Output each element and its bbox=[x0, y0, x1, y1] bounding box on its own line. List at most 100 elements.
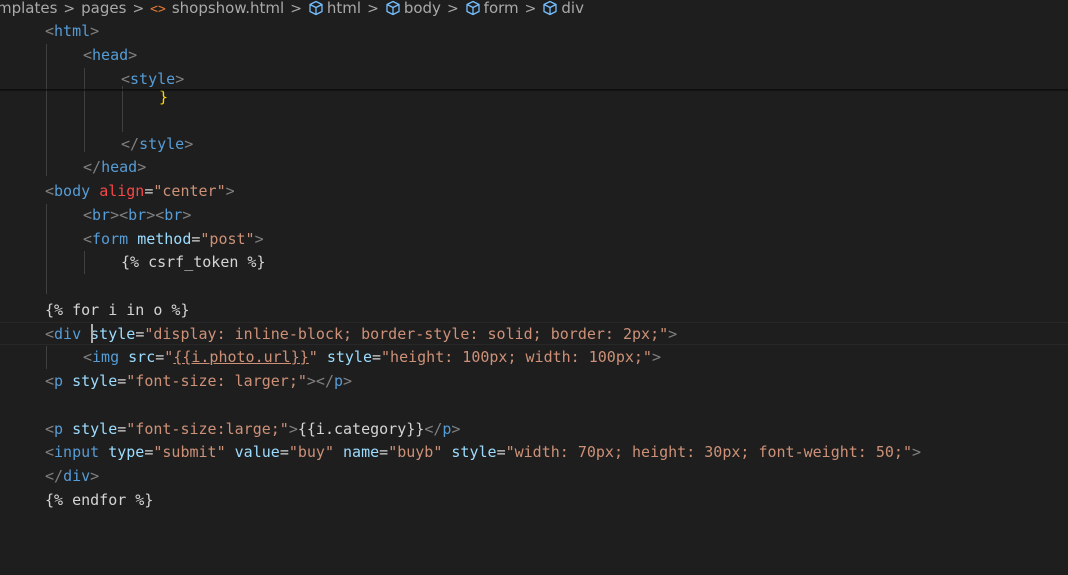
code-token: {% csrf_token %} bbox=[121, 253, 266, 271]
code-token: "display: inline-block; border-style: so… bbox=[144, 325, 669, 343]
code-line[interactable]: 3<body align="center"> bbox=[0, 180, 1068, 203]
breadcrumb-separator: > bbox=[63, 1, 76, 16]
code-text: <p style="font-size:large;">{{i.category… bbox=[45, 418, 460, 441]
code-token: > bbox=[651, 348, 661, 366]
code-token: "buyb" bbox=[388, 443, 443, 461]
code-line[interactable]: 27 bbox=[0, 512, 1068, 535]
cube-icon bbox=[542, 0, 558, 16]
code-line[interactable]: 8{% for i in o %} bbox=[0, 299, 1068, 322]
code-text: <body align="center"> bbox=[45, 180, 235, 203]
code-token: "font-size: larger;" bbox=[126, 372, 307, 390]
code-token: >< bbox=[110, 206, 129, 224]
code-text: <html> bbox=[45, 20, 99, 43]
indent-guide bbox=[46, 204, 47, 294]
breadcrumb-item-body[interactable]: body bbox=[385, 0, 441, 16]
code-token: body bbox=[54, 182, 91, 200]
code-line[interactable]: 2</head> bbox=[0, 156, 1068, 179]
breadcrumb-item-div[interactable]: div bbox=[542, 0, 584, 16]
code-line[interactable]: 29 bbox=[0, 560, 1068, 575]
code-token: </ bbox=[83, 158, 102, 176]
code-token: "font-size:large;" bbox=[126, 420, 289, 438]
indent-guide bbox=[84, 251, 85, 274]
code-token: < bbox=[45, 443, 55, 461]
code-token: head bbox=[92, 46, 129, 64]
code-text: <img src="{{i.photo.url}}" style="height… bbox=[83, 346, 661, 369]
code-line[interactable]: 3<head> bbox=[0, 44, 1068, 67]
code-text: <head> bbox=[83, 44, 137, 67]
code-token: = bbox=[117, 372, 127, 390]
code-line[interactable]: 23<p style="font-size:large;">{{i.catego… bbox=[0, 418, 1068, 441]
code-line[interactable]: 25</div> bbox=[0, 465, 1068, 488]
code-line[interactable]: 24<input type="submit" value="buy" name=… bbox=[0, 441, 1068, 464]
code-token: style bbox=[72, 420, 118, 438]
code-token: div bbox=[63, 467, 91, 485]
code-token: > bbox=[184, 135, 194, 153]
breadcrumb-item-pages[interactable]: pages bbox=[81, 0, 126, 16]
breadcrumb-item-mplates[interactable]: mplates bbox=[0, 0, 57, 16]
code-token: type bbox=[108, 443, 145, 461]
code-token: = bbox=[496, 443, 506, 461]
code-line[interactable]: 6{% csrf_token %} bbox=[0, 251, 1068, 274]
code-token: br bbox=[92, 206, 111, 224]
sticky-scroll-shadow bbox=[0, 89, 1068, 92]
indent-guide bbox=[84, 68, 85, 152]
code-token: style bbox=[326, 348, 372, 366]
breadcrumb-separator: > bbox=[446, 1, 459, 16]
code-token: html bbox=[54, 22, 91, 40]
code-line[interactable]: 7 bbox=[0, 275, 1068, 298]
code-token: > bbox=[343, 372, 353, 390]
code-line[interactable]: 9<div style="display: inline-block; bord… bbox=[0, 322, 1068, 345]
code-token: method bbox=[137, 230, 192, 248]
code-line[interactable]: 26{% endfor %} bbox=[0, 489, 1068, 512]
code-token: input bbox=[54, 443, 100, 461]
code-token: "buy" bbox=[288, 443, 334, 461]
code-token: name bbox=[343, 443, 380, 461]
code-token: = bbox=[117, 420, 127, 438]
code-line[interactable]: 21<p style="font-size: larger;"></p> bbox=[0, 370, 1068, 393]
code-token: = bbox=[279, 443, 289, 461]
code-token: > bbox=[225, 182, 235, 200]
code-line[interactable]: 2<html> bbox=[0, 20, 1068, 43]
code-editor[interactable]: mplates > pages > <> shopshow.html > html > body >… bbox=[0, 0, 1068, 575]
code-text: {% endfor %} bbox=[45, 489, 153, 512]
code-text: {% for i in o %} bbox=[45, 299, 190, 322]
breadcrumb-item-form[interactable]: form bbox=[465, 0, 519, 16]
code-line[interactable]: 4<br><br><br> bbox=[0, 204, 1068, 227]
breadcrumb-item-html[interactable]: html bbox=[308, 0, 361, 16]
code-token: = bbox=[135, 325, 145, 343]
code-token: < bbox=[45, 325, 55, 343]
code-token: head bbox=[101, 158, 138, 176]
breadcrumb: mplates > pages > <> shopshow.html > html > body >… bbox=[0, 0, 1068, 16]
code-line[interactable]: 28 bbox=[0, 536, 1068, 559]
code-token: > bbox=[128, 46, 138, 64]
text-cursor bbox=[91, 324, 93, 343]
cube-icon bbox=[465, 0, 481, 16]
breadcrumb-label: div bbox=[561, 0, 584, 16]
code-token: "post" bbox=[200, 230, 255, 248]
code-token: < bbox=[83, 348, 93, 366]
code-token: src bbox=[128, 348, 156, 366]
code-token: p bbox=[54, 420, 64, 438]
code-token: "submit" bbox=[153, 443, 226, 461]
code-token: {{i.photo.url}} bbox=[173, 348, 309, 366]
breadcrumb-separator: > bbox=[290, 1, 302, 16]
code-text: </style> bbox=[121, 133, 193, 156]
code-line[interactable]: 0 bbox=[0, 109, 1068, 132]
code-line[interactable]: 1</style> bbox=[0, 133, 1068, 156]
code-token: style bbox=[139, 135, 185, 153]
breadcrumb-item-shopshow-html[interactable]: <> shopshow.html bbox=[150, 0, 284, 16]
code-line[interactable]: 22 bbox=[0, 394, 1068, 417]
breadcrumb-separator: > bbox=[367, 1, 379, 16]
code-token: > bbox=[911, 443, 922, 461]
code-line[interactable]: 0<img src="{{i.photo.url}}" style="heigh… bbox=[0, 346, 1068, 369]
code-token: style bbox=[90, 325, 136, 343]
code-token: p bbox=[334, 372, 344, 390]
code-line[interactable]: 5<form method="post"> bbox=[0, 228, 1068, 251]
code-token: < bbox=[83, 230, 93, 248]
code-token: {% endfor %} bbox=[45, 491, 154, 509]
code-token: > bbox=[288, 420, 298, 438]
code-token: form bbox=[92, 230, 129, 248]
